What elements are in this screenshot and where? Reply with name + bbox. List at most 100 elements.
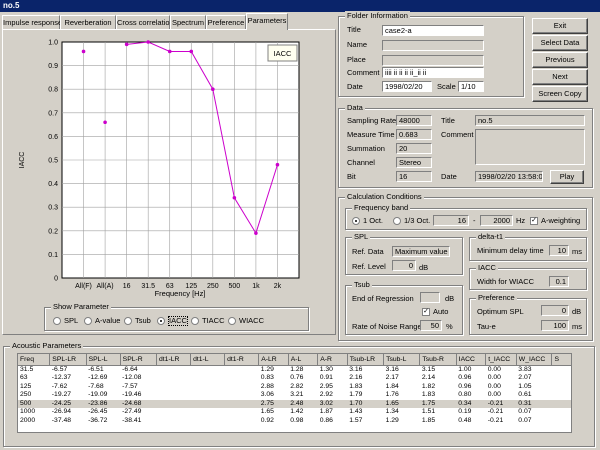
freq-from-field[interactable]: 16 (433, 215, 469, 226)
next-button[interactable]: Next (532, 69, 588, 85)
channel-field: Stereo (396, 157, 432, 168)
table-cell (191, 408, 225, 417)
radio-wiacc[interactable] (228, 317, 236, 325)
measure-time-field: 0.683 (396, 129, 432, 140)
tab-parameters[interactable]: Parameters (246, 13, 288, 30)
table-cell: -12.37 (51, 374, 72, 381)
auto-checkbox[interactable]: ✓ (422, 308, 430, 316)
table-body: 31.5 -6.57 -6.51 -6.64 1.29 1.28 1.30 3.16 3.16 3… (18, 365, 571, 426)
exit-button[interactable]: Exit (532, 18, 588, 34)
column-header[interactable]: Tsub-LR (347, 354, 385, 366)
optimum-spl-field[interactable]: 0 (541, 305, 569, 316)
tab-spectrum[interactable]: Spectrum (170, 15, 206, 29)
table-cell: -12.69 (88, 374, 108, 381)
measure-time-label: Measure Time (347, 130, 395, 139)
tab-preference[interactable]: Preference (206, 15, 246, 29)
data-title: Data (345, 103, 365, 113)
table-row[interactable]: 250 -19.27 -19.09 -19.46 3.06 3.21 2.92 1.79 1.7… (18, 391, 571, 400)
column-header[interactable]: Freq (18, 354, 51, 366)
table-cell: 2.75 (258, 399, 289, 408)
radio-iacc[interactable] (157, 317, 165, 325)
table-row[interactable]: 500 -24.25 -23.86 -24.68 2.75 2.48 3.02 1.70 1.6… (18, 399, 571, 408)
delta-t1-title: delta-t1 (476, 232, 506, 242)
radio-tiacc[interactable] (191, 317, 199, 325)
radio-spl[interactable] (53, 317, 61, 325)
radio-1-oct[interactable] (352, 217, 360, 225)
min-delay-field[interactable]: 10 (549, 245, 569, 256)
column-header[interactable]: dt1-LR (156, 354, 192, 366)
table-cell (191, 391, 225, 400)
select-data-button[interactable]: Select Data (532, 35, 588, 51)
table-cell: 3.15 (421, 365, 436, 373)
spl-title: SPL (352, 232, 371, 242)
table-row[interactable]: 63 -12.37 -12.69 -12.08 0.83 0.76 0.91 2.16 2.17… (18, 374, 571, 383)
end-regression-label: End of Regression (352, 294, 414, 303)
radio-tsub[interactable] (124, 317, 132, 325)
column-header[interactable]: SPL-L (86, 354, 121, 366)
table-row[interactable]: 1000 -26.94 -26.45 -27.49 1.65 1.42 1.87 1.43 1.… (18, 408, 571, 417)
end-regression-field[interactable] (420, 292, 440, 303)
table-row[interactable]: 2000 -37.48 -36.72 -38.41 0.92 0.98 0.86 1.57 1.… (18, 416, 571, 426)
acoustic-parameters-table[interactable]: Freq SPL-LR SPL-L SPL-R dt1-LR dt1-L dt1-R A-LR… (17, 353, 572, 433)
column-header[interactable]: A-L (288, 354, 319, 366)
tab-reverberation[interactable]: Reverberation (60, 15, 116, 29)
ref-level-field[interactable]: 0 (392, 260, 416, 271)
column-header[interactable]: dt1-L (190, 354, 226, 366)
table-cell: 0.61 (518, 391, 532, 398)
column-header[interactable]: IACC (456, 354, 487, 366)
table-row[interactable]: 31.5 -6.57 -6.51 -6.64 1.29 1.28 1.30 3.16 3.16 3… (18, 365, 571, 374)
table-cell: 2.17 (385, 374, 399, 381)
acoustic-parameters-title: Acoustic Parameters (10, 341, 84, 351)
channel-label: Channel (347, 158, 375, 167)
folder-scale-label: Scale (437, 82, 456, 91)
freq-to-field[interactable]: 2000 (480, 215, 513, 226)
noise-range-field[interactable]: 50 (420, 320, 442, 331)
table-cell: -36.72 (88, 416, 108, 424)
table-row[interactable]: 125 -7.62 -7.68 -7.57 2.88 2.82 2.95 1.83 1.84 1.… (18, 383, 571, 392)
column-header[interactable]: Tsub-R (419, 354, 457, 366)
min-delay-unit: ms (572, 247, 582, 256)
column-header[interactable]: dt1-R (224, 354, 260, 366)
table-cell: -6.64 (122, 365, 138, 373)
x-tick-label: 1k (252, 283, 260, 290)
radio-1-3-oct[interactable] (393, 217, 401, 225)
y-tick-label: 0 (54, 276, 58, 283)
column-header[interactable]: A-LR (258, 354, 289, 366)
table-header-row: Freq SPL-LR SPL-L SPL-R dt1-LR dt1-L dt1-R A-LR… (18, 354, 571, 366)
table-cell: 1.85 (421, 416, 436, 424)
radio-tsub-label: Tsub (135, 316, 151, 325)
tau-e-field[interactable]: 100 (541, 320, 569, 331)
column-header[interactable]: S (551, 354, 571, 366)
table-cell: 1.75 (419, 399, 457, 408)
table-cell: 2.07 (518, 374, 532, 381)
table-cell: 1.65 (383, 399, 420, 408)
y-tick-label: 0.6 (48, 134, 58, 141)
tab-impulse-response[interactable]: Impulse response (2, 15, 62, 29)
ref-data-label: Ref. Data (352, 247, 384, 256)
tab-cross-correlation[interactable]: Cross correlation (116, 15, 174, 29)
radio-a-value[interactable] (84, 317, 92, 325)
table-cell (157, 374, 191, 383)
column-header[interactable]: SPL-LR (49, 354, 87, 366)
column-header[interactable]: Tsub-L (383, 354, 421, 366)
x-tick-label: All(F) (75, 283, 92, 290)
screen-copy-button[interactable]: Screen Copy (532, 86, 588, 102)
column-header[interactable]: A-R (317, 354, 348, 366)
radio-1-oct-label: 1 Oct. (363, 216, 384, 225)
table-cell: -19.27 (51, 391, 72, 398)
table-cell: 1.57 (349, 416, 363, 424)
table-cell: 1.29 (260, 365, 274, 373)
table-cell: 2.48 (288, 399, 318, 408)
column-header[interactable]: t_IACC (485, 354, 517, 366)
previous-button[interactable]: Previous (532, 52, 588, 68)
iacc-point (167, 49, 172, 54)
wiacc-field[interactable]: 0.1 (549, 276, 569, 287)
column-header[interactable]: W_IACC (516, 354, 553, 366)
a-weighting-checkbox[interactable]: ✓ (530, 217, 538, 225)
play-button[interactable]: Play (550, 170, 584, 184)
window-title: no.5 (3, 1, 20, 10)
radio-a-value-label: A-value (95, 316, 121, 325)
column-header[interactable]: SPL-R (120, 354, 158, 366)
x-tick-label: All(A) (97, 283, 114, 290)
table-cell: -38.41 (122, 416, 142, 424)
